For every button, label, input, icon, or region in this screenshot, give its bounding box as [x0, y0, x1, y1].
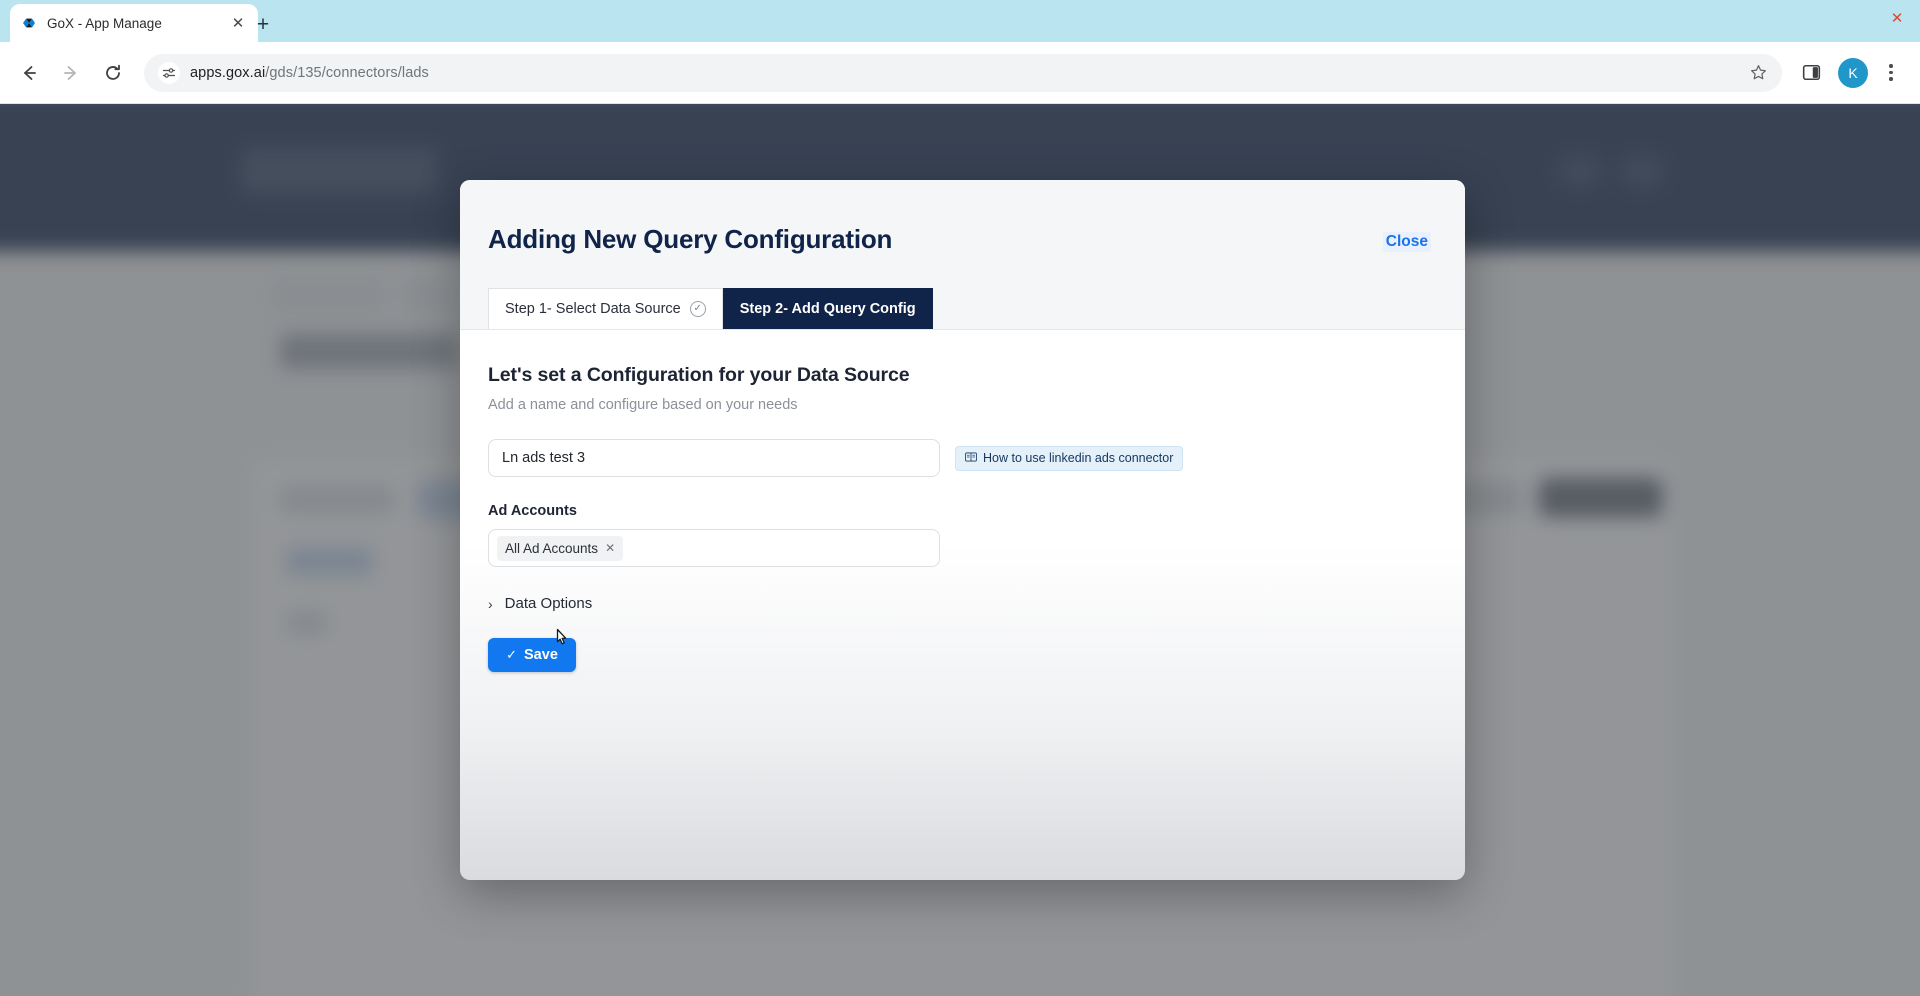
config-name-input[interactable]	[488, 439, 940, 477]
remove-tag-icon[interactable]: ✕	[605, 542, 615, 554]
address-bar-url: apps.gox.ai/gds/135/connectors/lads	[190, 65, 429, 81]
how-to-use-connector-button[interactable]: How to use linkedin ads connector	[955, 445, 1184, 471]
tab-step-1-select-data-source[interactable]: Step 1- Select Data Source ✓	[488, 288, 723, 329]
ad-accounts-select[interactable]: All Ad Accounts ✕	[488, 529, 940, 567]
check-circle-icon: ✓	[689, 301, 706, 317]
gox-diamond-favicon	[20, 14, 38, 32]
address-bar[interactable]: apps.gox.ai/gds/135/connectors/lads	[144, 53, 1782, 92]
browser-tab-title: GoX - App Manage	[47, 15, 162, 31]
section-title: Let's set a Configuration for your Data …	[488, 364, 910, 386]
browser-menu-icon[interactable]	[1874, 56, 1908, 90]
data-options-accordion[interactable]: › Data Options	[488, 595, 592, 612]
forward-icon[interactable]	[54, 56, 88, 90]
browser-toolbar: apps.gox.ai/gds/135/connectors/lads K	[0, 42, 1920, 104]
modal-header: Adding New Query Configuration Close Ste…	[460, 180, 1465, 330]
modal-title: Adding New Query Configuration	[488, 224, 893, 254]
save-button[interactable]: ✓ Save	[488, 637, 576, 672]
browser-chrome: GoX - App Manage ✕ + ✕ apps.gox.ai/gds/1…	[0, 0, 1920, 104]
how-to-use-connector-label: How to use linkedin ads connector	[983, 451, 1174, 465]
browser-tab[interactable]: GoX - App Manage ✕	[10, 4, 258, 42]
modal-body: Let's set a Configuration for your Data …	[460, 330, 1465, 672]
url-domain: apps.gox.ai	[190, 64, 266, 81]
profile-avatar[interactable]: K	[1838, 57, 1868, 88]
config-name-row: How to use linkedin ads connector	[488, 439, 1437, 477]
close-tab-icon[interactable]: ✕	[228, 13, 248, 33]
save-button-label: Save	[524, 646, 558, 663]
ad-accounts-label: Ad Accounts	[488, 503, 577, 519]
close-button[interactable]: Close	[1382, 232, 1431, 252]
step-1-label: Step 1- Select Data Source	[505, 301, 681, 317]
step-tabs: Step 1- Select Data Source ✓ Step 2- Add…	[488, 288, 933, 329]
ad-account-tag-label: All Ad Accounts	[505, 540, 599, 556]
side-panel-icon[interactable]	[1794, 56, 1828, 90]
tune-icon[interactable]	[158, 61, 180, 84]
new-tab-button[interactable]: +	[248, 9, 278, 39]
tab-strip: GoX - App Manage ✕ + ✕	[0, 0, 1920, 42]
reload-icon[interactable]	[96, 56, 130, 90]
chevron-right-icon: ›	[488, 595, 493, 612]
step-2-label: Step 2- Add Query Config	[739, 301, 916, 317]
url-path: /gds/135/connectors/lads	[265, 64, 429, 81]
window-close-button[interactable]: ✕	[1882, 6, 1912, 30]
back-icon[interactable]	[12, 56, 46, 90]
book-icon	[965, 451, 977, 466]
ad-account-tag[interactable]: All Ad Accounts ✕	[497, 535, 624, 561]
section-subtitle: Add a name and configure based on your n…	[488, 397, 798, 413]
check-icon: ✓	[506, 646, 518, 662]
data-options-label: Data Options	[504, 595, 593, 612]
bookmark-star-icon[interactable]	[1746, 61, 1770, 85]
add-query-configuration-modal: Adding New Query Configuration Close Ste…	[460, 180, 1465, 880]
tab-step-2-add-query-config[interactable]: Step 2- Add Query Config	[722, 288, 933, 329]
